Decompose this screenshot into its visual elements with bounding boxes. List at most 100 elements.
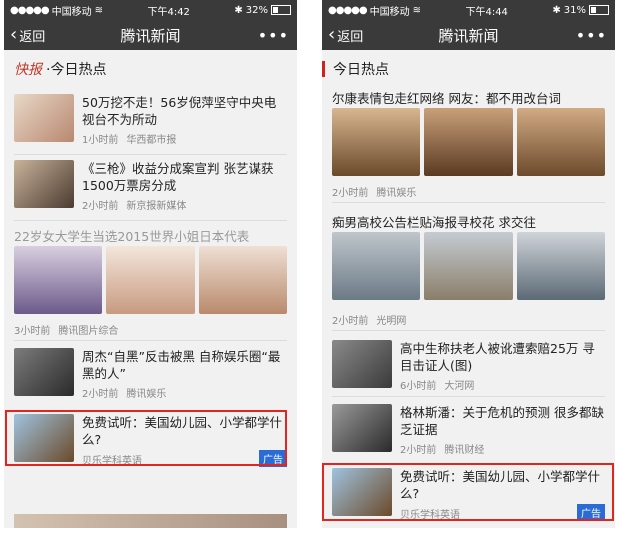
ad-item[interactable]: 免费试听：美国幼儿园、小学都学什么? 贝乐学科英语 广告 (14, 414, 287, 467)
ad-item[interactable]: 免费试听：美国幼儿园、小学都学什么? 贝乐学科英语 广告 (332, 468, 605, 521)
section-header: 快报 ·今日热点 (4, 56, 297, 82)
news-item[interactable]: 周杰“自黑”反击被黑 自称娱乐圈“最黑的人” 2小时前 腾讯娱乐 (14, 348, 287, 404)
back-label: 返回 (19, 29, 46, 45)
news-time: 2小时前 (332, 316, 369, 327)
news-time: 2小时前 (332, 188, 369, 199)
news-item[interactable]: 《三枪》收益分成案宣判 张艺谋获1500万票房分成 2小时前 新京报新媒体 (14, 160, 287, 216)
section-header: 今日热点 (322, 56, 615, 82)
more-button[interactable]: ••• (258, 26, 289, 45)
status-bar: ●●●●● 中国移动 ≋ 下午4:42 ✱ 32% (4, 0, 297, 20)
bluetooth-icon: ✱ (234, 4, 243, 16)
gallery-image (106, 246, 195, 314)
signal-icon: ●●●●● (10, 4, 50, 16)
section-title: ·今日热点 (46, 62, 107, 78)
ad-thumbnail (14, 414, 74, 462)
news-source: 腾讯财经 (444, 445, 485, 456)
page-title: 腾讯新闻 (438, 26, 499, 45)
ad-thumbnail (332, 468, 392, 516)
gallery-image (516, 108, 605, 176)
carrier-label: 中国移动 (369, 6, 410, 18)
divider (14, 220, 287, 221)
status-bar: ●●●●● 中国移动 ≋ 下午4:44 ✱ 31% (322, 0, 615, 20)
gallery-image (516, 232, 605, 300)
divider (332, 202, 605, 203)
gallery-meta: 2小时前 腾讯娱乐 (332, 184, 424, 199)
news-title: 周杰“自黑”反击被黑 自称娱乐圈“最黑的人” (82, 349, 281, 381)
gallery-image (424, 108, 513, 176)
news-thumbnail (332, 340, 392, 388)
next-item-preview (14, 514, 287, 528)
gallery-title[interactable]: 尔康表情包走红网络 网友：都不用改台词 (332, 88, 605, 107)
divider (14, 154, 287, 155)
news-thumbnail (14, 160, 74, 208)
news-source: 腾讯图片综合 (58, 326, 119, 337)
news-item[interactable]: 格林斯潘：关于危机的预测 很多都缺乏证据 2小时前 腾讯财经 (332, 404, 605, 456)
gallery-title[interactable]: 痴男高校公告栏贴海报寻校花 求交往 (332, 212, 605, 231)
back-button[interactable]: ‹ 返回 (4, 26, 45, 45)
section-title: 今日热点 (333, 62, 389, 78)
bluetooth-icon: ✱ (552, 4, 561, 16)
gallery-image (424, 232, 513, 300)
gallery-meta: 2小时前 光明网 (332, 312, 414, 327)
news-title: 50万挖不走！56岁倪萍坚守中央电视台不为所动 (82, 95, 277, 127)
battery-percent: 32% (245, 4, 268, 16)
left-phone-screen: ●●●●● 中国移动 ≋ 下午4:42 ✱ 32% ‹ 返回 腾讯新闻 ••• … (4, 0, 297, 528)
news-source: 新京报新媒体 (126, 201, 187, 212)
gallery-images[interactable] (332, 108, 605, 176)
news-time: 2小时前 (82, 389, 119, 400)
ad-badge: 广告 (577, 504, 605, 521)
news-meta: 2小时前 腾讯娱乐 (82, 385, 174, 400)
news-meta: 6小时前 大河网 (400, 377, 482, 392)
news-source: 腾讯娱乐 (376, 188, 417, 199)
page-title: 腾讯新闻 (120, 26, 181, 45)
signal-icon: ●●●●● (328, 4, 368, 16)
gallery-image (332, 108, 421, 176)
kuaibao-logo: 快报 (14, 62, 42, 78)
gallery-title[interactable]: 22岁女大学生当选2015世界小姐日本代表 (14, 226, 287, 245)
news-time: 6小时前 (400, 381, 437, 392)
news-meta: 2小时前 新京报新媒体 (82, 197, 194, 212)
news-item[interactable]: 50万挖不走！56岁倪萍坚守中央电视台不为所动 1小时前 华西都市报 (14, 94, 287, 150)
back-label: 返回 (337, 29, 364, 45)
wifi-icon: ≋ (94, 4, 104, 16)
news-meta: 2小时前 腾讯财经 (400, 441, 492, 456)
ad-title: 免费试听：美国幼儿园、小学都学什么? (400, 469, 601, 501)
gallery-image (332, 232, 421, 300)
ad-badge: 广告 (259, 450, 287, 467)
chevron-left-icon: ‹ (10, 24, 18, 45)
ad-title: 免费试听：美国幼儿园、小学都学什么? (82, 415, 283, 447)
ad-source: 贝乐学科英语 (82, 456, 142, 467)
section-accent-bar (322, 61, 325, 77)
clock: 下午4:44 (465, 6, 508, 18)
carrier-label: 中国移动 (51, 6, 92, 18)
battery-percent: 31% (563, 4, 586, 16)
news-title: 高中生称扶老人被讹遭索赔25万 寻目击证人(图) (400, 341, 595, 373)
gallery-image (14, 246, 103, 314)
divider (332, 396, 605, 397)
battery-icon (271, 5, 291, 15)
news-source: 大河网 (444, 381, 475, 392)
news-time: 2小时前 (400, 445, 437, 456)
clock: 下午4:42 (147, 6, 190, 18)
gallery-images[interactable] (332, 232, 605, 300)
gallery-images[interactable] (14, 246, 287, 314)
back-button[interactable]: ‹ 返回 (322, 26, 363, 45)
news-source: 光明网 (376, 316, 407, 327)
nav-bar: ‹ 返回 腾讯新闻 ••• (4, 20, 297, 50)
news-thumbnail (14, 348, 74, 396)
gallery-image (198, 246, 287, 314)
battery-icon (589, 5, 609, 15)
divider (14, 340, 287, 341)
news-thumbnail (332, 404, 392, 452)
news-item[interactable]: 高中生称扶老人被讹遭索赔25万 寻目击证人(图) 6小时前 大河网 (332, 340, 605, 392)
divider (332, 330, 605, 331)
news-thumbnail (14, 94, 74, 142)
news-time: 2小时前 (82, 201, 119, 212)
news-time: 3小时前 (14, 326, 51, 337)
news-source: 华西都市报 (126, 135, 177, 146)
news-time: 1小时前 (82, 135, 119, 146)
gallery-meta: 3小时前 腾讯图片综合 (14, 322, 126, 337)
more-button[interactable]: ••• (576, 26, 607, 45)
wifi-icon: ≋ (412, 4, 422, 16)
news-source: 腾讯娱乐 (126, 389, 167, 400)
